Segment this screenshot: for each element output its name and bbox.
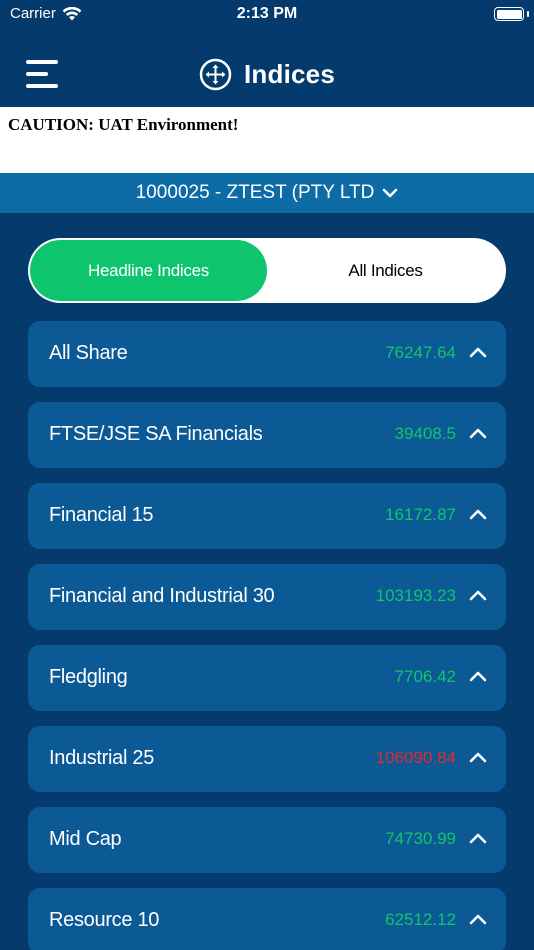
list-item[interactable]: Financial and Industrial 30 103193.23 — [28, 564, 506, 630]
list-item[interactable]: Fledgling 7706.42 — [28, 645, 506, 711]
chevron-up-icon[interactable] — [469, 750, 487, 764]
nav-title-group: Indices — [0, 58, 534, 91]
index-value: 103193.23 — [375, 586, 456, 605]
list-item[interactable]: Financial 15 16172.87 — [28, 483, 506, 549]
index-name: Financial 15 — [49, 504, 154, 526]
list-item[interactable]: Industrial 25 106090.84 — [28, 726, 506, 792]
nav-bar: Indices — [0, 30, 534, 107]
index-name: Fledgling — [49, 666, 128, 688]
index-value: 39408.5 — [394, 424, 456, 443]
page-title: Indices — [244, 59, 335, 89]
list-item[interactable]: FTSE/JSE SA Financials 39408.5 — [28, 402, 506, 468]
list-item[interactable]: All Share 76247.64 — [28, 321, 506, 387]
chevron-up-icon[interactable] — [469, 912, 487, 926]
index-value: 7706.42 — [394, 667, 456, 686]
index-name: Resource 10 — [49, 909, 160, 931]
indices-segmented-control: Headline Indices All Indices — [28, 238, 506, 303]
battery-icon — [494, 7, 524, 21]
chevron-up-icon[interactable] — [469, 669, 487, 683]
chevron-up-icon[interactable] — [469, 831, 487, 845]
index-value: 106090.84 — [375, 748, 456, 767]
list-item[interactable]: Mid Cap 74730.99 — [28, 807, 506, 873]
index-name: All Share — [49, 342, 128, 364]
chevron-up-icon[interactable] — [469, 588, 487, 602]
chevron-up-icon[interactable] — [469, 345, 487, 359]
index-name: Mid Cap — [49, 828, 122, 850]
list-item[interactable]: Resource 10 62512.12 — [28, 888, 506, 950]
index-name: Industrial 25 — [49, 747, 155, 769]
index-value: 16172.87 — [385, 505, 456, 524]
chevron-up-icon[interactable] — [469, 426, 487, 440]
account-selector[interactable]: 1000025 - ZTEST (PTY LTD — [0, 173, 534, 213]
tab-all-indices[interactable]: All Indices — [267, 240, 504, 301]
move-arrows-icon — [199, 58, 232, 91]
caution-banner: CAUTION: UAT Environment! — [0, 107, 534, 173]
battery-cap — [527, 11, 529, 17]
index-name: FTSE/JSE SA Financials — [49, 423, 263, 445]
chevron-down-icon — [383, 188, 398, 197]
account-label: 1000025 - ZTEST (PTY LTD — [135, 182, 375, 203]
index-value: 74730.99 — [385, 829, 456, 848]
chevron-up-icon[interactable] — [469, 507, 487, 521]
status-bar: Carrier 2:13 PM — [0, 0, 534, 30]
status-time: 2:13 PM — [236, 5, 298, 22]
caution-text: CAUTION: UAT Environment! — [8, 115, 239, 134]
index-value: 62512.12 — [385, 910, 456, 929]
index-value: 76247.64 — [385, 343, 456, 362]
index-name: Financial and Industrial 30 — [49, 585, 275, 607]
tab-headline-indices[interactable]: Headline Indices — [30, 240, 267, 301]
